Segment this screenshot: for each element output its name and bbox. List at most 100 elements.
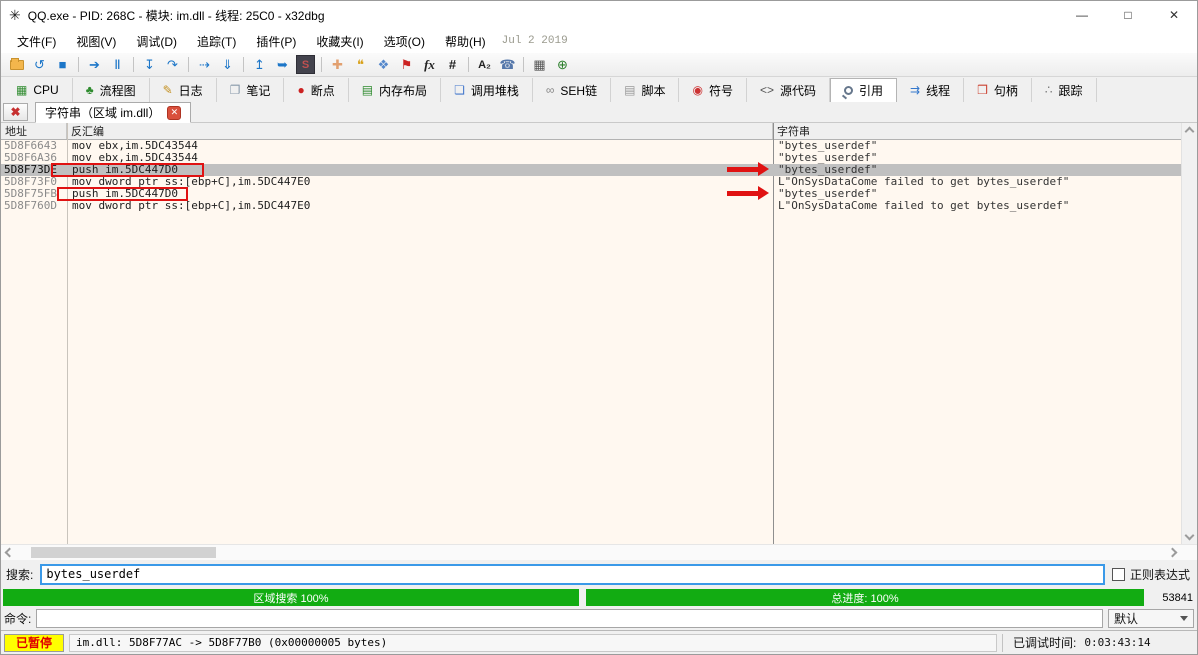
scroll-right-icon[interactable] [1168,548,1178,558]
open-file-icon[interactable] [5,54,28,75]
stop-icon[interactable]: ■ [51,54,74,75]
total-progressbar: 总进度: 100% [586,589,1144,606]
scroll-up-icon[interactable] [1185,127,1195,137]
strings-az-icon: A₂ [478,59,491,71]
toolbar-separator [133,57,134,72]
restart-icon[interactable]: ↺ [28,54,51,75]
restart-icon: ↺ [34,57,45,73]
run-to-user-code-icon: ➥ [277,57,288,73]
tab-cpu[interactable]: ▦CPU [3,78,73,102]
pause-icon[interactable]: Ⅱ [106,54,129,75]
debug-time-label: 已调试时间: [1013,634,1076,651]
command-input[interactable] [36,609,1103,628]
scroll-down-icon[interactable] [1185,531,1195,541]
tab-seh[interactable]: ∞SEH链 [533,78,611,102]
address-cell: 5D8F73DE [1,164,67,176]
tab-symbols-label: 符号 [709,82,733,99]
calculator-icon: ▦ [533,57,545,73]
regex-checkbox[interactable] [1112,568,1125,581]
tab-call-stack[interactable]: ❏调用堆栈 [441,78,533,102]
table-row[interactable]: 5D8F73F0mov dword ptr ss:[ebp+C],im.5DC4… [1,176,1181,188]
menu-f[interactable]: 文件(F) [7,30,66,53]
column-header-disassembly[interactable]: 反汇编 [67,123,773,139]
strings-az-icon[interactable]: A₂ [473,54,496,75]
run-icon[interactable]: ➔ [83,54,106,75]
search-match-highlight: bytes_userdef [977,176,1063,188]
close-all-tabs-button[interactable]: ✖ [3,103,28,121]
labels-icon[interactable]: ❖ [372,54,395,75]
tab-notes[interactable]: ❐笔记 [217,78,285,102]
column-header-address[interactable]: 地址 [1,123,67,139]
menu-p[interactable]: 插件(P) [246,30,306,53]
table-row[interactable]: 5D8F6643mov ebx,im.5DC43544"bytes_userde… [1,140,1181,152]
table-row[interactable]: 5D8F75FBpush im.5DC447D0"bytes_userdef" [1,188,1181,200]
tab-script[interactable]: ▤脚本 [611,78,679,102]
tab-close-icon[interactable]: ✕ [167,106,181,120]
tab-source[interactable]: <>源代码 [747,78,830,102]
toolbar-separator [321,57,322,72]
search-input[interactable] [40,564,1105,585]
column-header-string[interactable]: 字符串 [773,123,1181,139]
disassembly-cell: mov ebx,im.5DC43544 [67,152,773,164]
tab-log[interactable]: ✎日志 [150,78,217,102]
tab-source-icon: <> [760,84,774,96]
debug-state-badge: 已暂停 [4,634,64,652]
tab-memory-map[interactable]: ▤内存布局 [349,78,441,102]
menu-i[interactable]: 收藏夹(I) [306,30,373,53]
tab-references[interactable]: 引用 [830,78,897,102]
table-row[interactable]: 5D8F760Dmov dword ptr ss:[ebp+C],im.5DC4… [1,200,1181,212]
run-to-user-code-icon[interactable]: ➥ [271,54,294,75]
functions-icon: fx [424,57,435,73]
tab-references-label: 引用 [859,82,883,99]
trace-over-icon[interactable]: ⇓ [216,54,239,75]
command-mode-dropdown[interactable]: 默认 [1108,609,1194,628]
tab-handles[interactable]: ❒句柄 [964,78,1032,102]
horizontal-scroll-thumb[interactable] [31,547,216,558]
run-until-return-icon[interactable]: ↥ [248,54,271,75]
menu-o[interactable]: 选项(O) [374,30,435,53]
tab-trace[interactable]: ∴跟踪 [1032,78,1097,102]
step-into-icon[interactable]: ↧ [138,54,161,75]
menu-h[interactable]: 帮助(H) [435,30,496,53]
hash-icon[interactable]: # [441,54,464,75]
step-over-icon[interactable]: ↷ [161,54,184,75]
table-row[interactable]: 5D8F73DEpush im.5DC447D0"bytes_userdef" [1,164,1181,176]
comments-icon: ❝ [357,57,364,73]
close-button[interactable]: ✕ [1151,1,1197,29]
table-row[interactable]: 5D8F6A36mov ebx,im.5DC43544"bytes_userde… [1,152,1181,164]
comments-icon[interactable]: ❝ [349,54,372,75]
minimize-button[interactable]: — [1059,1,1105,29]
tab-graph[interactable]: ♣流程图 [73,78,150,102]
tab-log-icon: ✎ [163,84,173,96]
bookmarks-icon: ⚑ [401,57,413,73]
system-breakpoint-toggle-icon[interactable]: S [294,54,317,75]
regex-option[interactable]: 正则表达式 [1112,566,1192,583]
horizontal-scrollbar[interactable] [1,544,1197,560]
functions-icon[interactable]: fx [418,54,441,75]
menu-d[interactable]: 调试(D) [126,30,187,53]
website-icon[interactable]: ⊕ [551,54,574,75]
tab-strings-region[interactable]: 字符串（区域 im.dll） ✕ [35,102,191,123]
tab-threads[interactable]: ⇉线程 [897,78,964,102]
calculator-icon[interactable]: ▦ [528,54,551,75]
string-cell: "bytes_userdef" [773,152,1181,164]
tab-script-label: 脚本 [641,82,665,99]
status-message: im.dll: 5D8F77AC -> 5D8F77B0 (0x00000005… [69,634,997,652]
trace-into-icon[interactable]: ⇢ [193,54,216,75]
patches-icon[interactable]: ✚ [326,54,349,75]
document-tab-bar: ✖ 字符串（区域 im.dll） ✕ [1,102,1197,123]
vertical-scrollbar[interactable] [1181,123,1197,544]
maximize-button[interactable]: □ [1105,1,1151,29]
bookmarks-icon[interactable]: ⚑ [395,54,418,75]
tab-threads-label: 线程 [926,82,950,99]
status-bar: 已暂停 im.dll: 5D8F77AC -> 5D8F77B0 (0x0000… [1,630,1197,654]
menu-v[interactable]: 视图(V) [66,30,126,53]
tab-symbols[interactable]: ◉符号 [679,78,747,102]
scroll-left-icon[interactable] [5,548,15,558]
device-icon[interactable]: ☎ [496,54,519,75]
tab-breakpoints[interactable]: ●断点 [284,78,348,102]
tab-call-stack-label: 调用堆栈 [471,82,519,99]
menu-t[interactable]: 追踪(T) [187,30,246,53]
tab-memory-map-label: 内存布局 [379,82,427,99]
build-date: Jul 2 2019 [502,35,568,47]
